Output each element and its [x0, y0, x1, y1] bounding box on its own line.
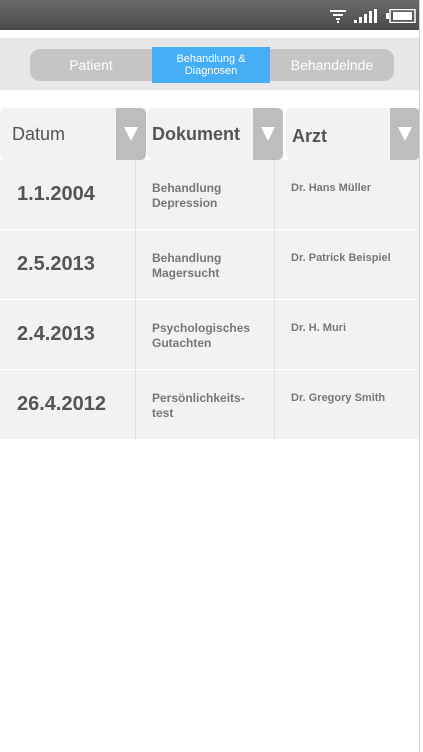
doctor-cell: Dr. Patrick Beispiel — [291, 252, 391, 264]
date-cell: 2.4.2013 — [0, 300, 136, 369]
sort-document-button[interactable] — [253, 108, 283, 160]
battery-icon — [386, 9, 416, 23]
document-line2: Magersucht — [152, 266, 220, 280]
column-header-date-label: Datum — [12, 124, 66, 144]
doctor-cell: Dr. H. Muri — [291, 322, 347, 334]
tab-bar: Patient Behandlung & Diagnosen Behandeln… — [0, 38, 419, 90]
tab-behandelnde[interactable]: Behandelnde — [270, 49, 394, 81]
document-line2: Gutachten — [152, 336, 212, 350]
document-line2: Depression — [152, 196, 218, 210]
status-bar — [0, 0, 419, 30]
document-cell: Behandlung Depression — [136, 160, 275, 229]
triangle-down-icon — [398, 127, 412, 141]
document-line1: Psychologisches — [152, 321, 251, 335]
column-header-doctor-label: Arzt — [292, 126, 327, 146]
table-body: 1.1.2004 Behandlung Depression Dr. Hans … — [0, 160, 419, 440]
tab-patient-label: Patient — [69, 57, 113, 73]
column-header-doctor: Arzt — [286, 108, 419, 160]
document-line1: Behandlung — [152, 251, 222, 265]
doctor-cell: Dr. Gregory Smith — [291, 392, 386, 404]
table-row[interactable]: 2.4.2013 Psychologisches Gutachten Dr. H… — [0, 300, 419, 370]
tab-behandelnde-label: Behandelnde — [290, 57, 374, 73]
tab-behandlung-label-line2: Diagnosen — [184, 65, 238, 77]
document-cell: Behandlung Magersucht — [136, 230, 275, 299]
date-cell: 1.1.2004 — [0, 160, 136, 229]
table-row[interactable]: 26.4.2012 Persönlichkeits- test Dr. Greg… — [0, 370, 419, 440]
column-header-document: Dokument — [147, 108, 283, 160]
document-line1: Persönlichkeits- — [152, 391, 245, 405]
date-cell: 2.5.2013 — [0, 230, 136, 299]
table-header: Datum Dokument Arzt — [0, 108, 419, 160]
doctor-cell: Dr. Hans Müller — [291, 182, 372, 194]
triangle-down-icon — [124, 127, 138, 141]
tab-behandlung-diagnosen[interactable]: Behandlung & Diagnosen — [152, 47, 270, 83]
document-cell: Psychologisches Gutachten — [136, 300, 275, 369]
table-row[interactable]: 1.1.2004 Behandlung Depression Dr. Hans … — [0, 160, 419, 230]
segmented-control: Patient Behandlung & Diagnosen Behandeln… — [30, 47, 394, 83]
date-cell: 26.4.2012 — [0, 370, 136, 439]
sort-date-button[interactable] — [116, 108, 146, 160]
column-header-date: Datum — [0, 108, 146, 160]
document-cell: Persönlichkeits- test — [136, 370, 275, 439]
triangle-down-icon — [261, 127, 275, 141]
table-row[interactable]: 2.5.2013 Behandlung Magersucht Dr. Patri… — [0, 230, 419, 300]
sort-doctor-button[interactable] — [390, 108, 419, 160]
column-header-document-label: Dokument — [152, 124, 241, 144]
signal-icon — [354, 9, 377, 23]
app-screen: Patient Behandlung & Diagnosen Behandeln… — [0, 0, 420, 752]
document-line1: Behandlung — [152, 181, 222, 195]
wifi-icon — [330, 10, 346, 23]
status-icons — [330, 8, 416, 24]
tab-patient[interactable]: Patient — [30, 49, 152, 81]
document-line2: test — [152, 406, 174, 420]
tab-behandlung-label-line1: Behandlung & — [176, 53, 246, 65]
